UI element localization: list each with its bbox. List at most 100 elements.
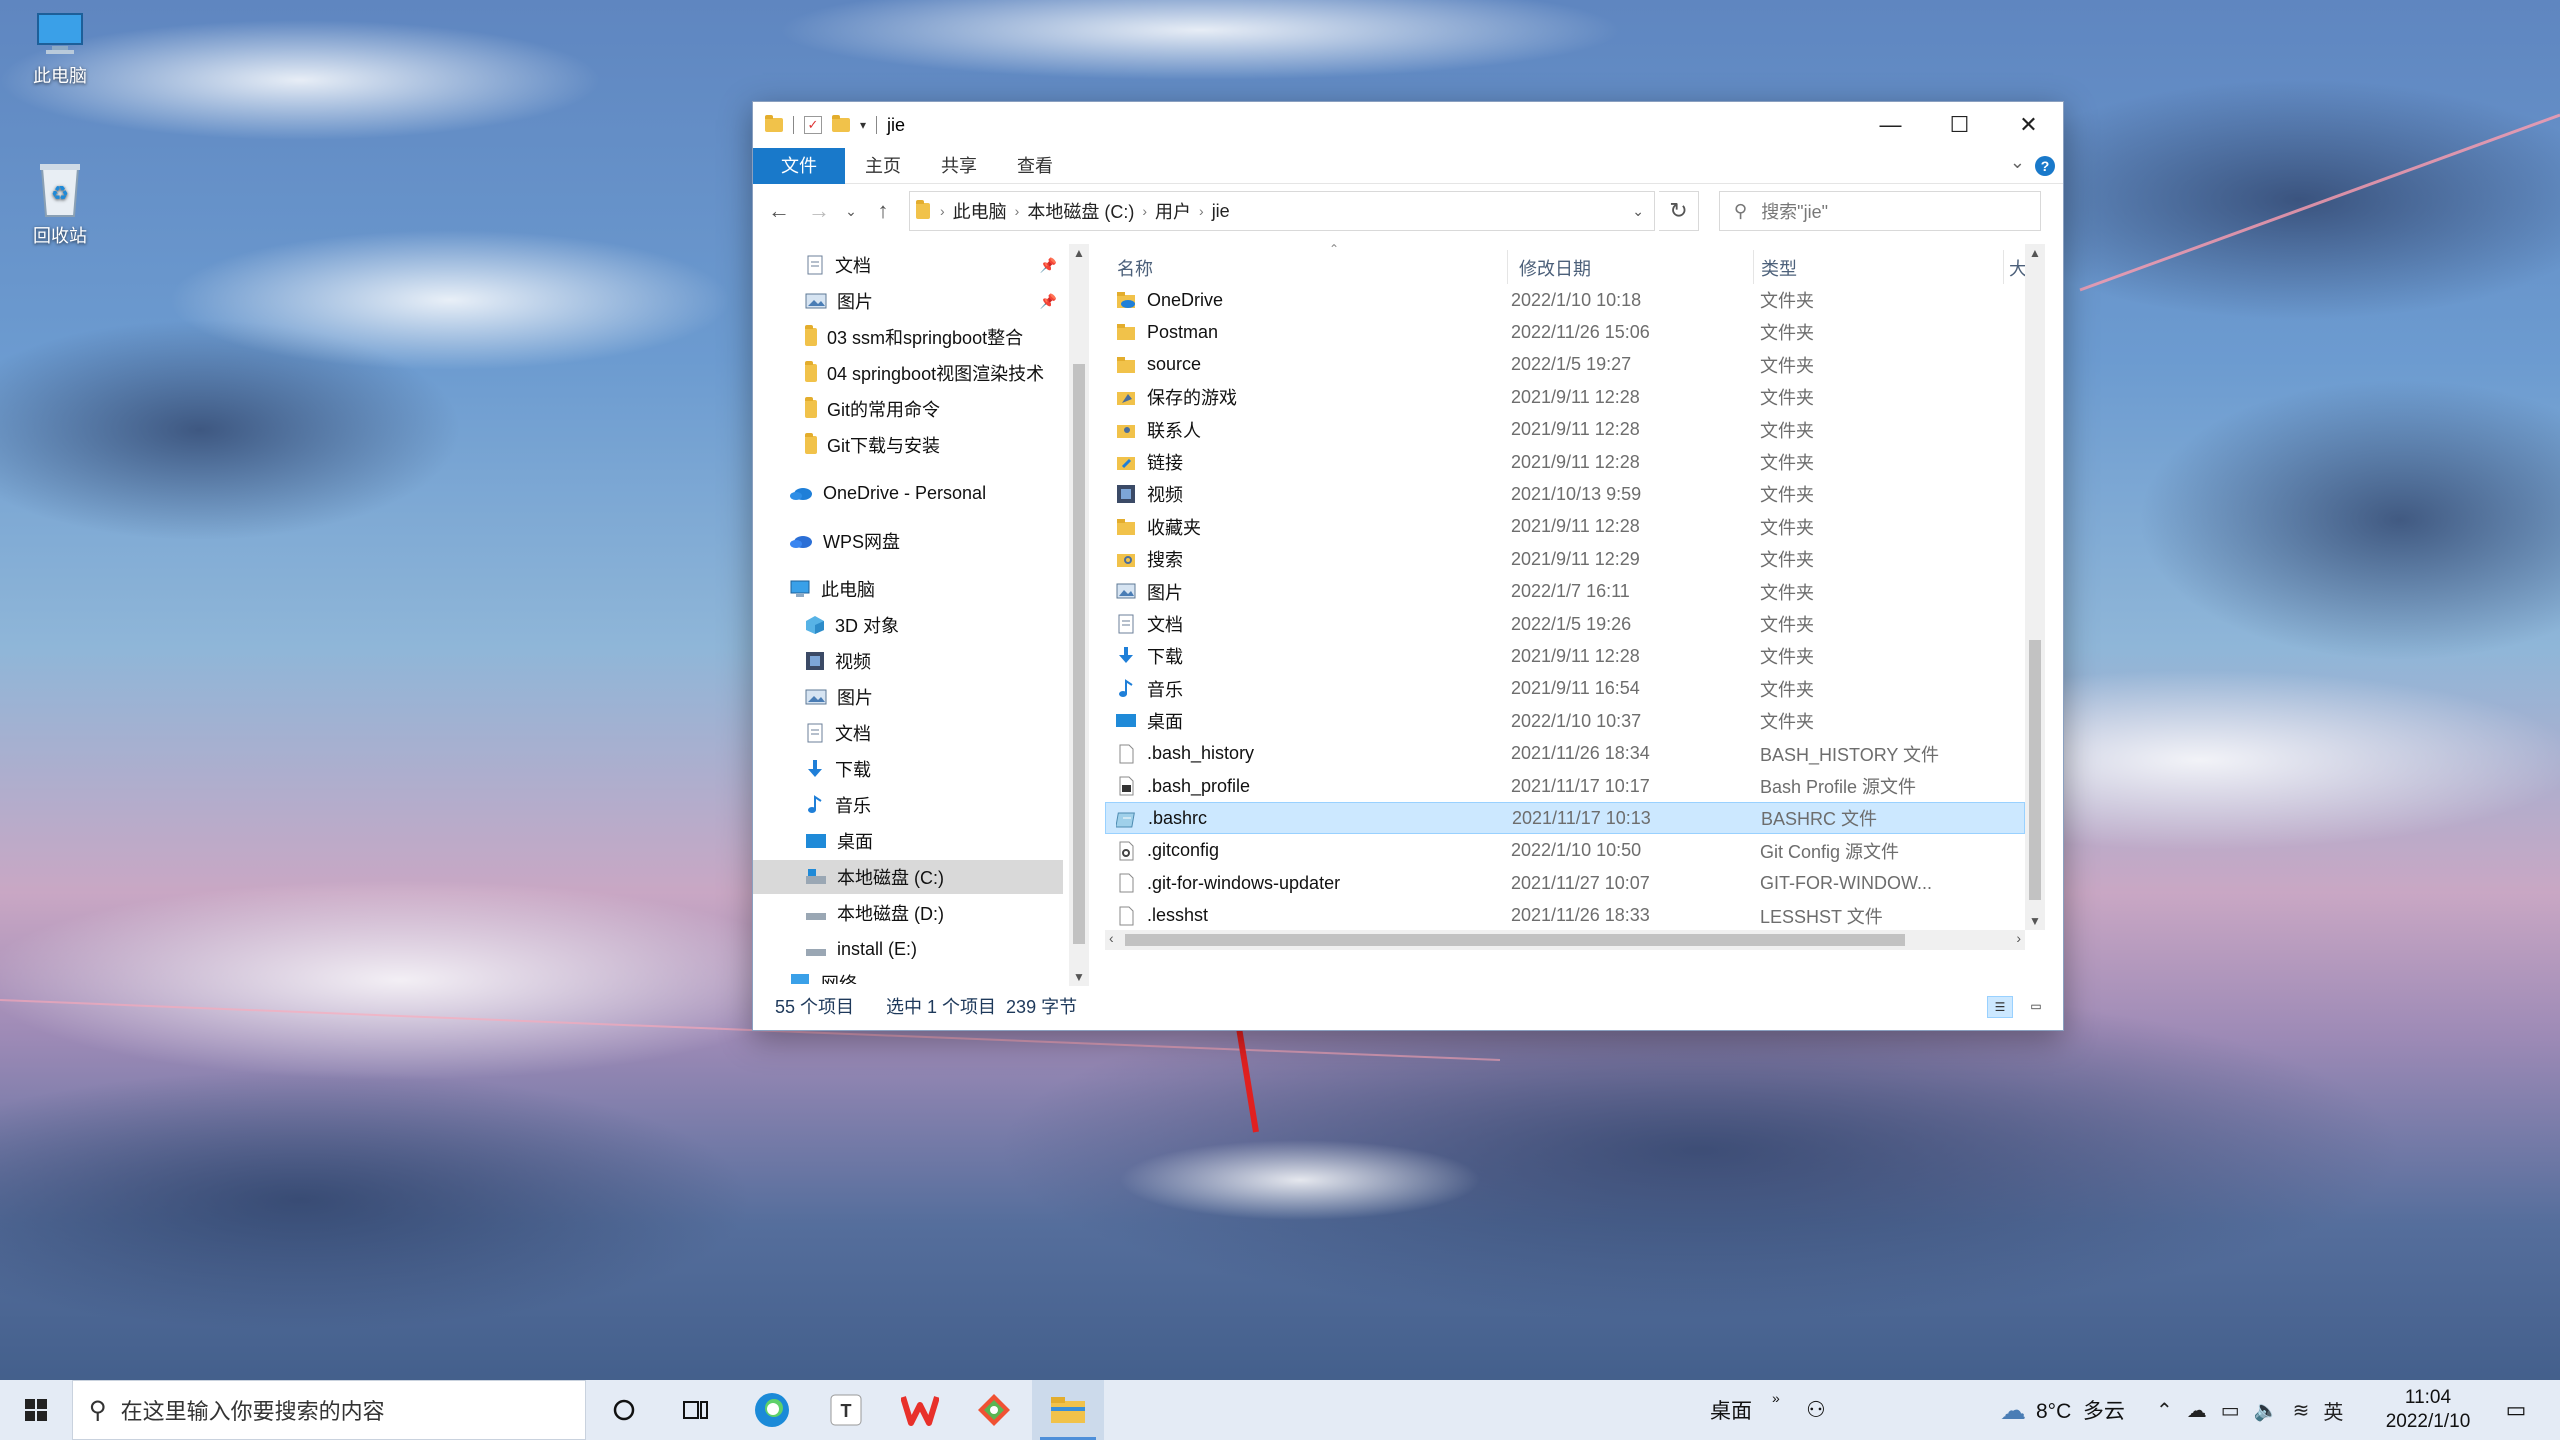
file-row[interactable]: 链接 2021/9/11 12:28 文件夹 [1105, 446, 2025, 478]
chevron-right-icon[interactable]: › [1015, 203, 1020, 219]
nav-scrollbar-thumb[interactable] [1073, 364, 1085, 944]
file-explorer-window[interactable]: ✓ ▾ jie — ☐ ✕ 文件 主页 共享 查看 ⌄ ? ← → ⌄ ↑ › … [752, 101, 2064, 1031]
large-icons-view-icon[interactable]: ▭ [2023, 996, 2049, 1018]
title-bar[interactable]: ✓ ▾ jie — ☐ ✕ [753, 102, 2063, 148]
taskbar-app-edge[interactable] [736, 1380, 808, 1440]
file-row[interactable]: OneDrive 2022/1/10 10:18 文件夹 [1105, 284, 2025, 316]
breadcrumb-users[interactable]: 用户 [1155, 198, 1191, 224]
toolbar-expand-icon[interactable]: » [1772, 1390, 1780, 1406]
nav-item-music[interactable]: 音乐 [805, 788, 871, 822]
desktop-icon-this-pc[interactable]: 此电脑 [0, 10, 120, 88]
breadcrumb-drive-c[interactable]: 本地磁盘 (C:) [1027, 198, 1134, 224]
file-list-hscrollbar-thumb[interactable] [1125, 934, 1905, 946]
file-row[interactable]: 视频 2021/10/13 9:59 文件夹 [1105, 478, 2025, 510]
nav-item-folder-04[interactable]: 04 springboot视图渲染技术 [805, 356, 1044, 390]
nav-item-onedrive[interactable]: OneDrive - Personal [789, 476, 986, 510]
nav-item-documents[interactable]: 文档 [805, 716, 871, 750]
people-button[interactable]: ⚇ [1806, 1380, 1826, 1440]
nav-item-videos[interactable]: 视频 [805, 644, 871, 678]
search-box[interactable]: ⚲ 搜索"jie" [1719, 191, 2041, 231]
taskbar-app-git[interactable] [958, 1380, 1030, 1440]
chevron-right-icon[interactable]: › [940, 203, 945, 219]
scroll-left-icon[interactable]: ‹ [1109, 930, 1114, 946]
wifi-icon[interactable]: ≋ [2293, 1398, 2310, 1423]
refresh-button[interactable]: ↻ [1659, 191, 1699, 231]
nav-item-git-commands[interactable]: Git的常用命令 [805, 392, 940, 426]
nav-item-pictures[interactable]: 图片 [805, 680, 873, 714]
help-icon[interactable]: ? [2035, 156, 2055, 176]
details-view-icon[interactable]: ☰ [1987, 996, 2013, 1018]
file-row[interactable]: .git-for-windows-updater 2021/11/27 10:07… [1105, 867, 2025, 899]
tab-share[interactable]: 共享 [921, 148, 997, 184]
maximize-button[interactable]: ☐ [1925, 102, 1994, 148]
column-header-size[interactable]: 大小 [2009, 254, 2025, 284]
notification-center-button[interactable]: ▭ [2496, 1380, 2536, 1440]
nav-item-git-install[interactable]: Git下载与安装 [805, 428, 940, 462]
nav-item-folder-03[interactable]: 03 ssm和springboot整合 [805, 320, 1023, 354]
desktop-icon-recycle-bin[interactable]: ♻ 回收站 [0, 158, 120, 248]
tab-home[interactable]: 主页 [845, 148, 921, 184]
breadcrumb-this-pc[interactable]: 此电脑 [953, 198, 1007, 224]
column-header-name[interactable]: 名称 [1117, 254, 1153, 284]
nav-item-this-pc[interactable]: 此电脑 [789, 572, 875, 606]
scroll-right-icon[interactable]: › [2016, 930, 2021, 946]
file-row[interactable]: 联系人 2021/9/11 12:28 文件夹 [1105, 414, 2025, 446]
file-row[interactable]: Postman 2022/11/26 15:06 文件夹 [1105, 316, 2025, 348]
nav-item-pictures-pinned[interactable]: 图片 📌 [805, 284, 1069, 318]
file-row[interactable]: 桌面 2022/1/10 10:37 文件夹 [1105, 705, 2025, 737]
up-button[interactable]: ↑ [865, 198, 901, 224]
column-divider[interactable] [2003, 250, 2004, 284]
file-row[interactable]: .gitconfig 2022/1/10 10:50 Git Config 源文件 [1105, 835, 2025, 867]
file-row[interactable]: 收藏夹 2021/9/11 12:28 文件夹 [1105, 511, 2025, 543]
customize-toolbar-icon[interactable]: ▾ [860, 118, 866, 132]
minimize-button[interactable]: — [1856, 102, 1925, 148]
nav-item-downloads[interactable]: 下载 [805, 752, 871, 786]
battery-icon[interactable]: ▭ [2221, 1398, 2240, 1423]
file-list-vscrollbar[interactable]: ▲ ▼ [2025, 244, 2045, 930]
recent-locations-icon[interactable]: ⌄ [841, 203, 861, 220]
weather-widget[interactable]: ☁ 8°C 多云 [2000, 1380, 2125, 1440]
taskbar-app-file-explorer[interactable] [1032, 1380, 1104, 1440]
file-row[interactable]: source 2022/1/5 19:27 文件夹 [1105, 349, 2025, 381]
file-row[interactable]: 下载 2021/9/11 12:28 文件夹 [1105, 640, 2025, 672]
breadcrumb-jie[interactable]: jie [1212, 201, 1230, 222]
cortana-button[interactable] [588, 1380, 660, 1440]
file-row[interactable]: 保存的游戏 2021/9/11 12:28 文件夹 [1105, 381, 2025, 413]
clock[interactable]: 11:04 2022/1/10 [2370, 1380, 2486, 1440]
onedrive-tray-icon[interactable]: ☁ [2187, 1398, 2207, 1423]
file-row[interactable]: 图片 2022/1/7 16:11 文件夹 [1105, 576, 2025, 608]
file-row[interactable]: .bash_profile 2021/11/17 10:17 Bash Profil… [1105, 770, 2025, 802]
column-divider[interactable] [1507, 250, 1508, 284]
close-button[interactable]: ✕ [1994, 102, 2063, 148]
nav-scrollbar[interactable]: ▲ ▼ [1069, 244, 1089, 986]
nav-item-wps-cloud[interactable]: WPS网盘 [789, 524, 900, 558]
chevron-right-icon[interactable]: › [1199, 203, 1204, 219]
taskbar-app-typora[interactable]: T [810, 1380, 882, 1440]
chevron-down-icon[interactable]: ⌄ [1632, 203, 1644, 220]
nav-item-desktop[interactable]: 桌面 [805, 824, 873, 858]
file-list-hscrollbar[interactable]: ‹ › [1105, 930, 2025, 950]
chevron-right-icon[interactable]: › [1142, 203, 1147, 219]
task-view-button[interactable] [660, 1380, 732, 1440]
expand-ribbon-icon[interactable]: ⌄ [2010, 152, 2025, 173]
new-folder-icon[interactable] [832, 115, 850, 132]
tab-view[interactable]: 查看 [997, 148, 1073, 184]
nav-item-documents-pinned[interactable]: 文档 📌 [805, 248, 1069, 282]
nav-item-drive-e[interactable]: install (E:) [805, 932, 917, 966]
file-list-vscrollbar-thumb[interactable] [2029, 640, 2041, 900]
scroll-down-icon[interactable]: ▼ [2029, 914, 2041, 928]
start-button[interactable] [0, 1380, 72, 1440]
column-divider[interactable] [1753, 250, 1754, 284]
forward-button[interactable]: → [801, 198, 837, 224]
file-row[interactable]: .bashrc 2021/11/17 10:13 BASHRC 文件 [1105, 802, 2025, 835]
file-row[interactable]: .lesshst 2021/11/26 18:33 LESSHST 文件 [1105, 900, 2025, 930]
tab-file[interactable]: 文件 [753, 147, 845, 184]
nav-item-drive-c[interactable]: 本地磁盘 (C:) [753, 860, 1063, 894]
address-path[interactable]: › 此电脑 › 本地磁盘 (C:) › 用户 › jie ⌄ [909, 191, 1655, 231]
column-header-type[interactable]: 类型 [1761, 254, 1797, 284]
input-method-indicator[interactable]: 英 [2323, 1396, 2343, 1425]
column-header-date[interactable]: 修改日期 [1519, 254, 1591, 284]
taskbar-app-wps[interactable] [884, 1380, 956, 1440]
file-row[interactable]: 搜索 2021/9/11 12:29 文件夹 [1105, 543, 2025, 575]
scroll-up-icon[interactable]: ▲ [1073, 246, 1085, 260]
